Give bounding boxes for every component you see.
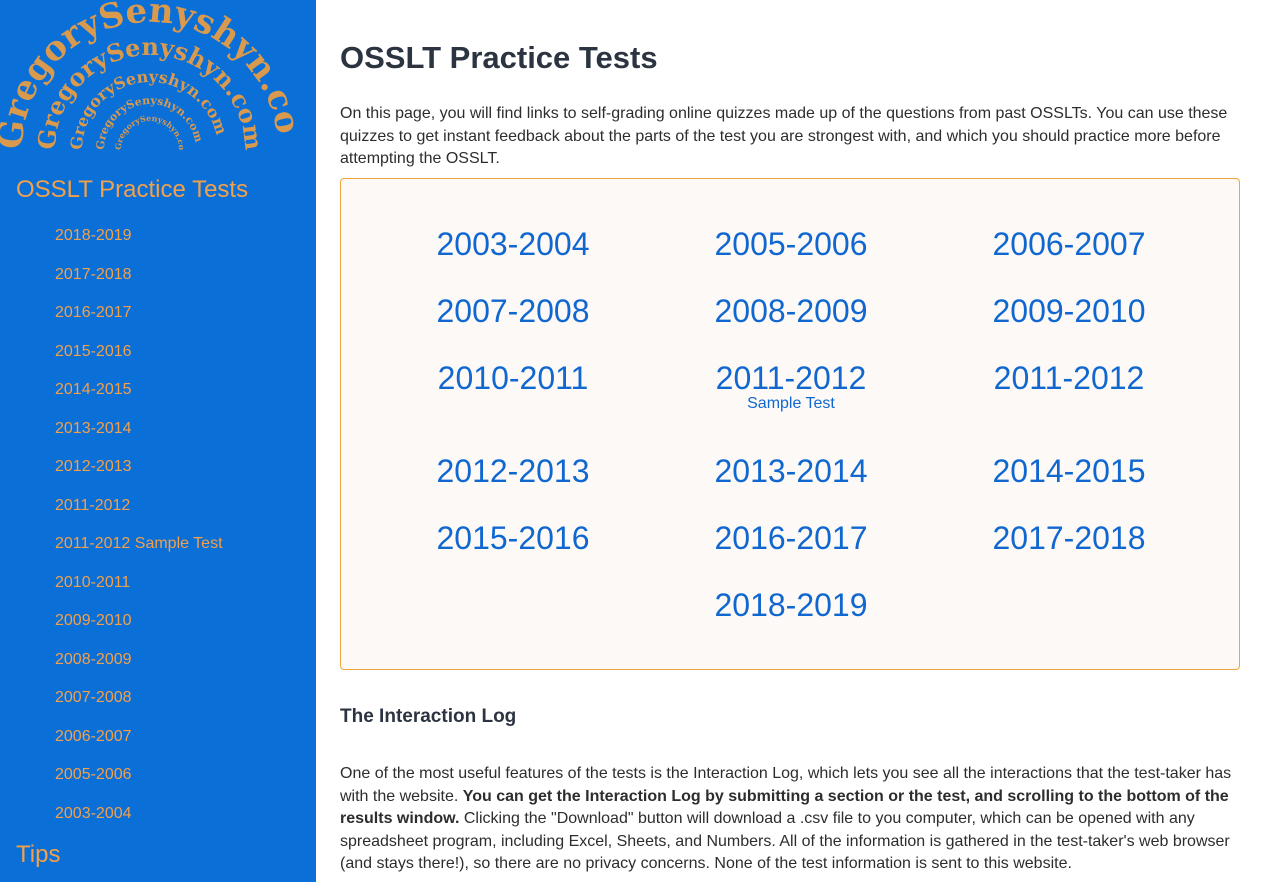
sidebar-section-title[interactable]: OSSLT Practice Tests	[16, 176, 248, 204]
sidebar-item-2005-2006: 2005-2006	[55, 765, 223, 804]
sidebar-item-2008-2009: 2008-2009	[55, 650, 223, 689]
test-link-2003-2004[interactable]: 2003-2004	[374, 226, 652, 262]
sidebar-nav: 2018-2019 2017-2018 2016-2017 2015-2016 …	[55, 226, 223, 842]
interaction-log-paragraph: One of the most useful features of the t…	[340, 763, 1240, 876]
test-link-2011-2012[interactable]: 2011-2012	[930, 360, 1208, 396]
sidebar-item-2017-2018: 2017-2018	[55, 265, 223, 304]
sidebar: GregorySenyshyn.com GregorySenyshyn.com …	[0, 0, 316, 882]
sidebar-item-2011-2012-sample: 2011-2012 Sample Test	[55, 534, 223, 573]
test-link-2016-2017[interactable]: 2016-2017	[652, 520, 930, 556]
sidebar-link[interactable]: 2013-2014	[55, 420, 132, 437]
sidebar-link[interactable]: 2007-2008	[55, 689, 132, 706]
sidebar-link[interactable]: 2011-2012 Sample Test	[55, 535, 223, 552]
sidebar-tips-link[interactable]: Tips	[16, 841, 60, 869]
test-link-2010-2011[interactable]: 2010-2011	[374, 360, 652, 396]
test-link-sample-test-label[interactable]: Sample Test	[652, 395, 930, 413]
interaction-log-heading: The Interaction Log	[340, 706, 517, 727]
test-link-2011-2012-sample[interactable]: 2011-2012	[652, 360, 930, 396]
test-link-2017-2018[interactable]: 2017-2018	[930, 520, 1208, 556]
sidebar-item-2007-2008: 2007-2008	[55, 688, 223, 727]
sidebar-link[interactable]: 2006-2007	[55, 728, 132, 745]
sidebar-link[interactable]: 2005-2006	[55, 766, 132, 783]
practice-tests-box: 2003-2004 2005-2006 2006-2007 2007-2008 …	[340, 178, 1240, 670]
sidebar-link[interactable]: 2011-2012	[55, 497, 130, 514]
sidebar-item-2014-2015: 2014-2015	[55, 380, 223, 419]
test-link-2005-2006[interactable]: 2005-2006	[652, 226, 930, 262]
sidebar-item-2009-2010: 2009-2010	[55, 611, 223, 650]
page-title: OSSLT Practice Tests	[340, 40, 658, 75]
sidebar-item-2006-2007: 2006-2007	[55, 727, 223, 766]
sidebar-item-2015-2016: 2015-2016	[55, 342, 223, 381]
test-link-2007-2008[interactable]: 2007-2008	[374, 293, 652, 329]
test-link-2018-2019[interactable]: 2018-2019	[652, 587, 930, 623]
sidebar-link[interactable]: 2017-2018	[55, 266, 132, 283]
sidebar-item-2003-2004: 2003-2004	[55, 804, 223, 843]
sidebar-item-2011-2012: 2011-2012	[55, 496, 223, 535]
sidebar-link[interactable]: 2014-2015	[55, 381, 132, 398]
sidebar-link[interactable]: 2016-2017	[55, 304, 132, 321]
sidebar-link[interactable]: 2003-2004	[55, 805, 132, 822]
log-text-part: Clicking the "Download" button will down…	[340, 810, 1230, 872]
sidebar-link[interactable]: 2009-2010	[55, 612, 132, 629]
sidebar-item-2016-2017: 2016-2017	[55, 303, 223, 342]
test-link-2012-2013[interactable]: 2012-2013	[374, 453, 652, 489]
sidebar-item-2010-2011: 2010-2011	[55, 573, 223, 612]
sidebar-link[interactable]: 2010-2011	[55, 574, 130, 591]
sidebar-link[interactable]: 2015-2016	[55, 343, 132, 360]
test-link-2009-2010[interactable]: 2009-2010	[930, 293, 1208, 329]
test-link-2008-2009[interactable]: 2008-2009	[652, 293, 930, 329]
test-link-2013-2014[interactable]: 2013-2014	[652, 453, 930, 489]
sidebar-link[interactable]: 2008-2009	[55, 651, 132, 668]
intro-paragraph: On this page, you will find links to sel…	[340, 105, 1228, 167]
sidebar-item-2018-2019: 2018-2019	[55, 226, 223, 265]
test-link-2014-2015[interactable]: 2014-2015	[930, 453, 1208, 489]
test-link-2015-2016[interactable]: 2015-2016	[374, 520, 652, 556]
sidebar-item-2012-2013: 2012-2013	[55, 457, 223, 496]
test-link-2006-2007[interactable]: 2006-2007	[930, 226, 1208, 262]
sidebar-item-2013-2014: 2013-2014	[55, 419, 223, 458]
site-logo[interactable]: GregorySenyshyn.com GregorySenyshyn.com …	[0, 0, 316, 172]
sidebar-link[interactable]: 2018-2019	[55, 227, 132, 244]
sidebar-link[interactable]: 2012-2013	[55, 458, 132, 475]
